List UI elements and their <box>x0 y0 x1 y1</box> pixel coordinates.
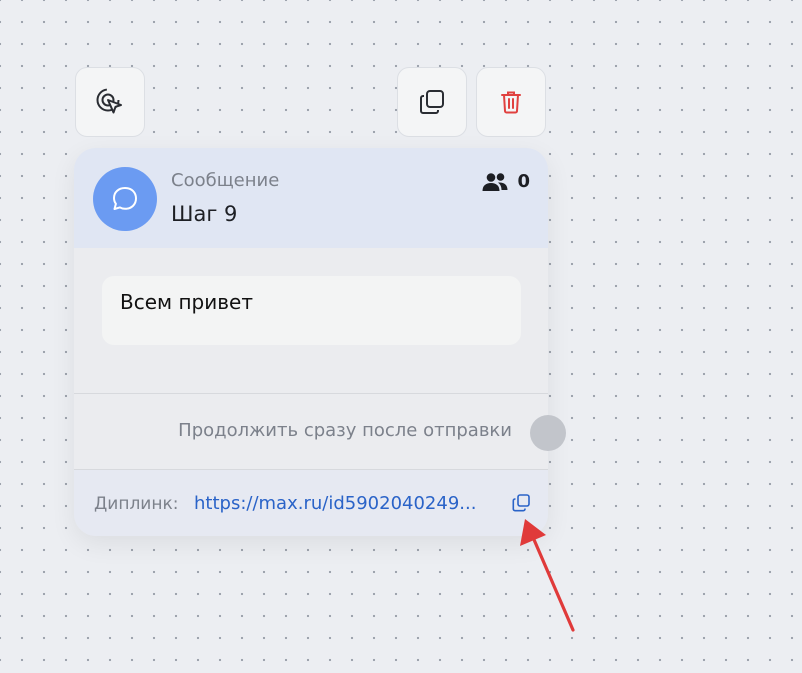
node-header: Сообщение Шаг 9 0 <box>74 148 548 248</box>
deeplink-url[interactable]: https://max.ru/id5902040249... <box>194 493 500 514</box>
users-icon <box>482 172 508 191</box>
divider <box>74 393 548 394</box>
node-avatar <box>93 167 157 231</box>
continue-after-send-label: Продолжить сразу после отправки <box>178 420 512 441</box>
delete-node-button[interactable] <box>476 67 546 137</box>
select-node-button[interactable] <box>75 67 145 137</box>
message-node-card[interactable]: Сообщение Шаг 9 0 Всем привет Продолжить… <box>74 148 548 536</box>
deeplink-row: Диплинк: https://max.ru/id5902040249... <box>74 470 548 536</box>
trash-icon <box>501 91 521 114</box>
node-title: Шаг 9 <box>171 202 238 226</box>
subscribers-count: 0 <box>517 171 530 192</box>
copy-icon <box>512 494 530 512</box>
chat-bubble-icon <box>113 187 137 210</box>
duplicate-node-button[interactable] <box>397 67 467 137</box>
copy-icon <box>420 90 444 114</box>
node-type-label: Сообщение <box>171 170 280 191</box>
deeplink-label: Диплинк: <box>94 494 179 514</box>
copy-deeplink-button[interactable] <box>509 491 533 515</box>
subscribers-counter: 0 <box>482 171 530 192</box>
cursor-click-icon <box>96 88 122 114</box>
message-text-box[interactable]: Всем привет <box>102 276 521 345</box>
continue-after-send-toggle[interactable] <box>530 415 566 451</box>
